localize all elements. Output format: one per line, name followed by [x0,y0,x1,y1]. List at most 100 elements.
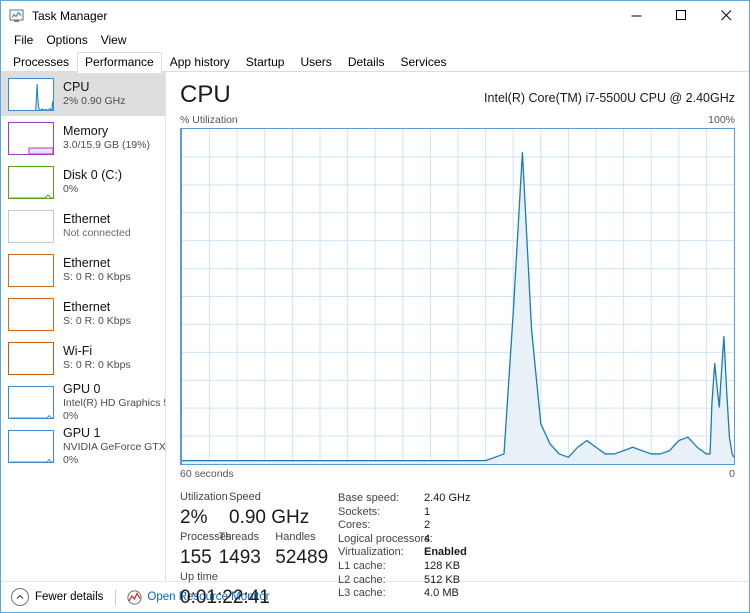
sidebar-thumbnail-4 [8,253,54,287]
stat-value-processes: 155 [180,547,212,568]
menu-item-view[interactable]: View [95,31,134,50]
close-button[interactable] [704,1,749,30]
spec-key: L1 cache: [338,559,386,572]
sidebar-item-text: GPU 0Intel(R) HD Graphics 5500% [63,382,165,423]
page-title: CPU [180,81,231,108]
spec-key: Sockets: [338,505,381,518]
task-manager-icon [9,8,25,24]
sidebar-item-sublabel: S: 0 R: 0 Kbps [63,315,131,327]
sidebar-item-label: Ethernet [63,212,111,226]
stat-value-cell-utilization: 2% [180,505,229,530]
spec-key: L2 cache: [338,573,386,586]
fewer-details-button[interactable]: Fewer details [11,588,103,606]
sidebar-item-disk-0-c[interactable]: Disk 0 (C:) 0% [1,160,165,204]
spec-row: Cores: 2 [338,519,735,533]
sidebar-item-label: Memory [63,124,109,138]
system-specs-list: Base speed: 2.40 GHz Sockets: 1 Cores: 2 Logic… [332,490,735,610]
resource-monitor-icon [127,589,142,605]
sidebar-item-label: Ethernet [63,256,111,270]
title-bar: Task Manager [1,1,749,30]
stat-speed: Speed [229,490,301,505]
y-axis-label: % Utilization [180,114,238,126]
sidebar-item-text: Disk 0 (C:) 0% [63,168,122,196]
stat-processes: Processes [180,530,231,545]
sidebar-thumbnail-0 [8,77,54,111]
menu-item-options[interactable]: Options [40,31,94,50]
stat-utilization: Utilization [180,490,229,505]
spec-key: Cores: [338,519,371,532]
tab-details[interactable]: Details [340,52,393,72]
stat-label-speed: Speed [229,491,261,503]
sidebar-item-label: CPU [63,80,90,94]
stat-value-cell-processes: 155 [180,545,219,570]
stat-row-processes-threads-handles: Processes Threads Handles [180,530,332,545]
sidebar-item-label: GPU 0 [63,381,101,396]
panel-header: CPU Intel(R) Core(TM) i7-5500U CPU @ 2.4… [180,72,735,109]
sidebar-item-ethernet[interactable]: Ethernet S: 0 R: 0 Kbps [1,292,165,336]
stat-handles: Handles [275,530,332,545]
maximize-button[interactable] [659,1,704,30]
tab-performance[interactable]: Performance [77,52,162,73]
sidebar-item-gpu-0[interactable]: GPU 0Intel(R) HD Graphics 5500% [1,380,165,424]
sidebar-item-ethernet[interactable]: Ethernet S: 0 R: 0 Kbps [1,248,165,292]
stat-value-uptime: 0:01:22:41 [180,587,270,608]
stat-label-threads: Threads [218,531,259,543]
spec-value: 2 [424,519,431,532]
tab-app-history[interactable]: App history [162,52,238,72]
sidebar-item-sublabel: S: 0 R: 0 Kbps [63,271,131,283]
sidebar-item-gpu-1[interactable]: GPU 1NVIDIA GeForce GTX 9500% [1,424,165,468]
stat-value-cell-handles: 52489 [275,545,332,570]
spec-key: Logical processors: [338,532,433,545]
tab-services[interactable]: Services [393,52,455,72]
spec-value: 4.0 MB [424,587,459,600]
spec-value: 512 KB [424,573,461,586]
spec-key: L3 cache: [338,587,386,600]
statistics-area: Utilization Speed 2% 0.90 GHz Processes … [180,490,735,610]
menu-item-file[interactable]: File [8,31,40,50]
sidebar-thumbnail-3 [8,209,54,243]
menu-bar: File Options View [1,30,749,51]
y-axis-max-label: 100% [708,114,735,126]
stat-threads: Threads [219,530,276,545]
cpu-utilization-graph[interactable] [180,128,735,465]
sidebar-item-label: Ethernet [63,300,111,314]
performance-panel: CPU Intel(R) Core(TM) i7-5500U CPU @ 2.4… [166,72,749,608]
stat-value-handles: 52489 [275,547,329,568]
sidebar-item-sublabel: 0% [63,183,79,195]
sidebar-item-text: Wi-Fi S: 0 R: 0 Kbps [63,344,131,372]
sidebar-item-sublabel: Intel(R) HD Graphics 550 [63,396,165,409]
stat-value-utilization: 2% [180,507,208,528]
minimize-button[interactable] [614,1,659,30]
x-axis-start-label: 60 seconds [180,468,234,480]
spec-value: 4 [424,532,431,545]
spec-key: Base speed: [338,492,400,504]
status-divider [115,589,117,605]
stat-values-processes-threads-handles: 155 1493 52489 [180,545,332,570]
sidebar-item-sublabel: S: 0 R: 0 Kbps [63,359,131,371]
spec-row: Base speed: 2.40 GHz [338,492,735,506]
tab-users[interactable]: Users [292,52,339,72]
sidebar-item-cpu[interactable]: CPU 2% 0.90 GHz [1,72,165,116]
sidebar-item-sublabel-2: 0% [63,453,79,466]
stat-value-speed: 0.90 GHz [229,507,310,528]
sidebar-item-sublabel: Not connected [63,227,131,239]
chevron-up-icon [11,588,29,606]
sidebar-item-wi-fi[interactable]: Wi-Fi S: 0 R: 0 Kbps [1,336,165,380]
resource-sidebar[interactable]: CPU 2% 0.90 GHz Memory 3.0/15.9 GB (19%) Dis… [1,72,166,581]
sidebar-thumbnail-2 [8,165,54,199]
sidebar-item-memory[interactable]: Memory 3.0/15.9 GB (19%) [1,116,165,160]
tab-startup[interactable]: Startup [238,52,293,72]
content-area: CPU 2% 0.90 GHz Memory 3.0/15.9 GB (19%) Dis… [1,72,749,608]
tab-strip: Processes Performance App history Startu… [1,51,749,73]
stat-value-cell-speed: 0.90 GHz [229,505,310,530]
spec-row: L1 cache: 128 KB [338,560,735,574]
sidebar-thumbnail-5 [8,297,54,331]
graph-svg [182,129,734,464]
sidebar-item-text: Ethernet S: 0 R: 0 Kbps [63,300,131,328]
task-manager-window: Task Manager File Options View Processes… [0,0,750,613]
sidebar-item-ethernet[interactable]: Ethernet Not connected [1,204,165,248]
spec-row: Sockets: 1 [338,506,735,520]
stat-value-cell-threads: 1493 [219,545,276,570]
tab-processes[interactable]: Processes [5,52,77,72]
cpu-model-label: Intel(R) Core(TM) i7-5500U CPU @ 2.40GHz [484,91,735,105]
